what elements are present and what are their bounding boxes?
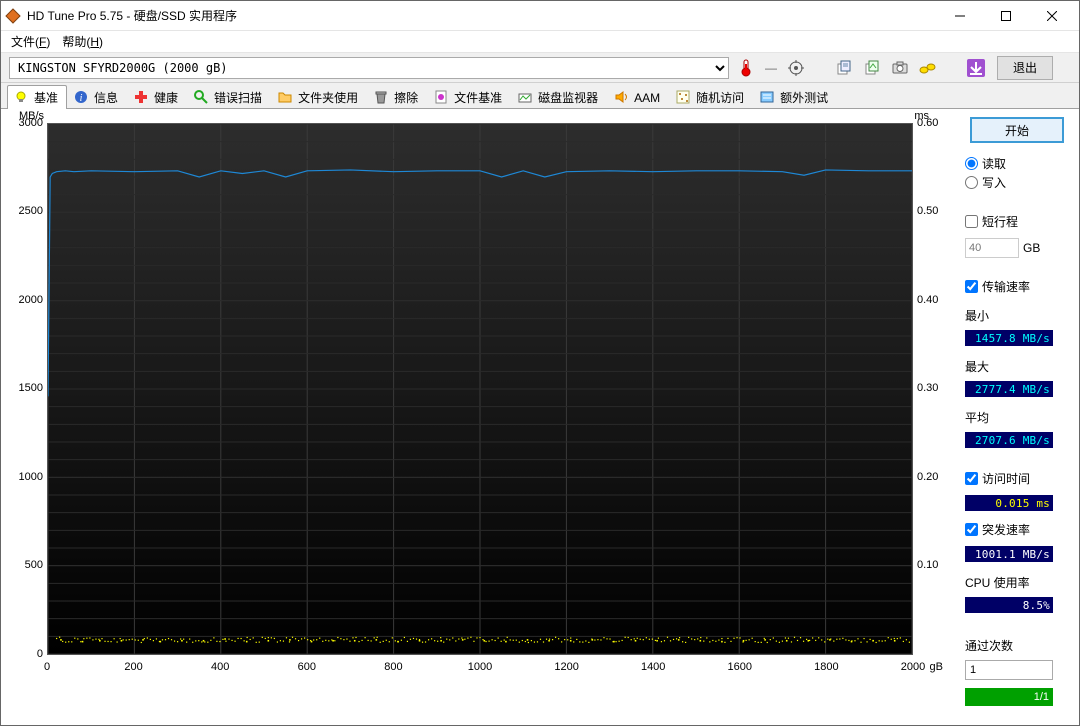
label-passes: 通过次数 <box>965 637 1069 654</box>
radio-read[interactable]: 读取 <box>965 155 1069 172</box>
svg-text:i: i <box>80 93 83 104</box>
y-axis-left: MB/s 3000 2500 2000 1500 1000 500 0 <box>9 123 47 683</box>
check-short-stroke[interactable]: 短行程 <box>965 213 1069 230</box>
tab-folder-usage[interactable]: 文件夹使用 <box>271 85 367 109</box>
temperature-icon <box>735 57 757 79</box>
value-access: 0.015 ms <box>965 495 1053 511</box>
tab-erase[interactable]: 擦除 <box>367 85 427 109</box>
tab-health[interactable]: 健康 <box>127 85 187 109</box>
tab-disk-monitor[interactable]: 磁盘监视器 <box>511 85 607 109</box>
label-cpu: CPU 使用率 <box>965 574 1069 591</box>
check-burst[interactable]: 突发速率 <box>965 521 1069 538</box>
options-icon[interactable] <box>917 57 939 79</box>
x-axis: 0 200 400 600 800 1000 1200 1400 1600 18… <box>47 659 913 683</box>
trash-icon <box>374 90 390 106</box>
value-cpu: 8.5% <box>965 597 1053 613</box>
extra-icon <box>760 90 776 106</box>
toolbar: KINGSTON SFYRD2000G (2000 gB) — 退出 <box>1 53 1079 83</box>
start-button[interactable]: 开始 <box>970 117 1064 143</box>
x-unit: gB <box>930 661 943 673</box>
value-avg: 2707.6 MB/s <box>965 432 1053 448</box>
aam-icon <box>614 90 630 106</box>
health-icon <box>134 90 150 106</box>
app-icon <box>5 8 21 24</box>
save-icon[interactable] <box>965 57 987 79</box>
passes-input[interactable]: 1 <box>965 660 1053 680</box>
search-icon <box>194 90 210 106</box>
info-icon: i <box>74 90 90 106</box>
tab-error-scan[interactable]: 错误扫描 <box>187 85 271 109</box>
radio-write[interactable]: 写入 <box>965 174 1069 191</box>
progress-bar: 1/1 <box>965 688 1053 706</box>
screenshot-icon[interactable] <box>889 57 911 79</box>
temperature-gap: — <box>763 61 779 75</box>
tab-random-access[interactable]: 随机访问 <box>669 85 753 109</box>
chart-area: MB/s 3000 2500 2000 1500 1000 500 0 ms 0… <box>1 109 963 723</box>
y-axis-right: ms 0.60 0.50 0.40 0.30 0.20 0.10 <box>913 123 947 683</box>
tab-benchmark[interactable]: 基准 <box>7 85 67 109</box>
random-icon <box>676 90 692 106</box>
exit-button[interactable]: 退出 <box>997 56 1053 80</box>
short-stroke-input[interactable] <box>965 238 1019 258</box>
titlebar: HD Tune Pro 5.75 - 硬盘/SSD 实用程序 <box>1 1 1079 31</box>
close-button[interactable] <box>1029 2 1075 30</box>
file-bench-icon <box>434 90 450 106</box>
copy-image-icon[interactable] <box>861 57 883 79</box>
monitor-icon <box>518 90 534 106</box>
check-access-time[interactable]: 访问时间 <box>965 470 1069 487</box>
side-panel: 开始 读取 写入 短行程 GB 传输速率 最小 1457.8 MB/s 最大 2… <box>963 109 1079 723</box>
menu-help[interactable]: 帮助(H) <box>56 31 109 52</box>
maximize-button[interactable] <box>983 2 1029 30</box>
tab-info[interactable]: i信息 <box>67 85 127 109</box>
content: MB/s 3000 2500 2000 1500 1000 500 0 ms 0… <box>1 109 1079 723</box>
temperature-settings-icon[interactable] <box>785 57 807 79</box>
menubar: 文件(F) 帮助(H) <box>1 31 1079 53</box>
chart: MB/s 3000 2500 2000 1500 1000 500 0 ms 0… <box>9 123 947 683</box>
tabs: 基准 i信息 健康 错误扫描 文件夹使用 擦除 文件基准 磁盘监视器 AAM 随… <box>1 83 1079 109</box>
plot <box>47 123 913 655</box>
copy-text-icon[interactable] <box>833 57 855 79</box>
folder-icon <box>278 90 294 106</box>
check-transfer-rate[interactable]: 传输速率 <box>965 278 1069 295</box>
gb-label: GB <box>1023 241 1040 255</box>
label-avg: 平均 <box>965 409 1069 426</box>
value-burst: 1001.1 MB/s <box>965 546 1053 562</box>
tab-aam[interactable]: AAM <box>607 86 669 109</box>
tab-file-benchmark[interactable]: 文件基准 <box>427 85 511 109</box>
drive-select[interactable]: KINGSTON SFYRD2000G (2000 gB) <box>9 57 729 79</box>
value-min: 1457.8 MB/s <box>965 330 1053 346</box>
tab-extra-tests[interactable]: 额外测试 <box>753 85 837 109</box>
menu-file[interactable]: 文件(F) <box>5 31 56 52</box>
bulb-icon <box>14 90 30 106</box>
minimize-button[interactable] <box>937 2 983 30</box>
label-min: 最小 <box>965 307 1069 324</box>
value-max: 2777.4 MB/s <box>965 381 1053 397</box>
label-max: 最大 <box>965 358 1069 375</box>
window-title: HD Tune Pro 5.75 - 硬盘/SSD 实用程序 <box>27 7 237 24</box>
